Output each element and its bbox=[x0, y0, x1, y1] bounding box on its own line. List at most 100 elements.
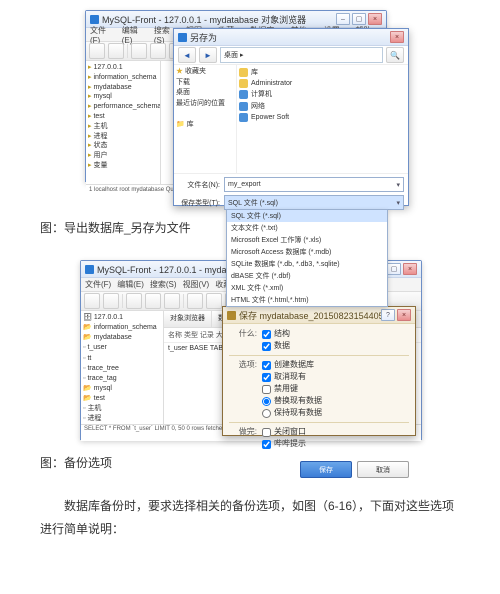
rdo-keep[interactable]: 保持现有数据 bbox=[262, 407, 409, 419]
tree-node[interactable]: mysql bbox=[83, 384, 161, 394]
checkbox[interactable] bbox=[262, 373, 271, 382]
tree-node[interactable]: 127.0.0.1 bbox=[88, 63, 158, 73]
file-item[interactable]: 网络 bbox=[239, 101, 406, 112]
chk-structure[interactable]: 结构 bbox=[262, 328, 409, 340]
dialog-close-button[interactable]: × bbox=[397, 309, 411, 321]
menu-item[interactable]: 搜索(S) bbox=[150, 279, 177, 290]
menu-item[interactable]: 视图(V) bbox=[183, 279, 210, 290]
tree-node[interactable]: mydatabase bbox=[83, 333, 161, 343]
tree-node[interactable]: test bbox=[88, 112, 158, 122]
chk-create-db[interactable]: 创建数据库 bbox=[262, 359, 409, 371]
file-item[interactable]: 计算机 bbox=[239, 89, 406, 100]
save-button[interactable]: 保存 bbox=[300, 461, 352, 478]
file-item[interactable]: Epower Soft bbox=[239, 112, 406, 123]
toolbar-separator bbox=[183, 294, 184, 308]
checkbox[interactable] bbox=[262, 361, 271, 370]
maximize-button[interactable]: ▢ bbox=[352, 13, 366, 25]
toolbar-button[interactable] bbox=[126, 293, 142, 309]
menu-item[interactable]: 文件(F) bbox=[90, 25, 116, 45]
toolbar-button[interactable] bbox=[84, 293, 100, 309]
tree-node[interactable]: tt bbox=[83, 354, 161, 364]
chk-drop-existing[interactable]: 取消现有 bbox=[262, 371, 409, 383]
tab-object-browser[interactable]: 对象浏览器 bbox=[164, 311, 212, 327]
tree-node[interactable]: trace_tag bbox=[83, 374, 161, 384]
minimize-button[interactable]: – bbox=[336, 13, 350, 25]
help-button[interactable]: ? bbox=[381, 309, 395, 321]
tree-node[interactable]: mysql bbox=[88, 92, 158, 102]
tree-node[interactable]: 用户 bbox=[88, 151, 158, 161]
filetype-option[interactable]: SQL 文件 (*.sql) bbox=[227, 210, 387, 222]
toolbar-button[interactable] bbox=[145, 293, 161, 309]
folder-icon bbox=[239, 79, 248, 88]
file-item[interactable]: 库 bbox=[239, 67, 406, 78]
menu-item[interactable]: 编辑(E) bbox=[122, 25, 148, 45]
filetype-option[interactable]: SQLite 数据库 (*.db, *.db3, *.sqlite) bbox=[227, 258, 387, 270]
filetype-option[interactable]: dBASE 文件 (*.dbf) bbox=[227, 270, 387, 282]
filetype-option[interactable]: XML 文件 (*.xml) bbox=[227, 282, 387, 294]
toolbar-button[interactable] bbox=[108, 43, 124, 59]
search-icon[interactable]: 🔍 bbox=[386, 47, 404, 63]
nav-back-button[interactable]: ◄ bbox=[178, 47, 196, 63]
checkbox[interactable] bbox=[262, 428, 271, 437]
file-item[interactable]: Administrator bbox=[239, 78, 406, 89]
checkbox[interactable] bbox=[262, 385, 271, 394]
tree-node[interactable]: 主机 bbox=[83, 404, 161, 414]
filetype-option[interactable]: Microsoft Excel 工作簿 (*.xls) bbox=[227, 234, 387, 246]
db-tree[interactable]: 127.0.0.1 information_schema mydatabase … bbox=[81, 311, 164, 424]
close-button[interactable]: × bbox=[403, 263, 417, 275]
tree-node[interactable]: 进程 bbox=[88, 132, 158, 142]
toolbar-button[interactable] bbox=[131, 43, 147, 59]
nav-item[interactable]: 下载 bbox=[176, 78, 234, 89]
checkbox[interactable] bbox=[262, 440, 271, 449]
network-icon bbox=[239, 102, 248, 111]
tree-node[interactable]: 127.0.0.1 bbox=[83, 313, 161, 323]
toolbar-button[interactable] bbox=[103, 293, 119, 309]
dialog-close-button[interactable]: × bbox=[390, 31, 404, 43]
filetype-option[interactable]: Microsoft Access 数据库 (*.mdb) bbox=[227, 246, 387, 258]
radio[interactable] bbox=[262, 397, 271, 406]
filetype-select[interactable]: SQL 文件 (*.sql) bbox=[224, 195, 404, 210]
menu-item[interactable]: 文件(F) bbox=[85, 279, 111, 290]
nav-libraries[interactable]: 库 bbox=[176, 120, 234, 131]
cancel-button[interactable]: 取消 bbox=[357, 461, 409, 478]
tree-node[interactable]: t_user bbox=[83, 343, 161, 353]
tree-node[interactable]: 状态 bbox=[88, 141, 158, 151]
nav-favorites[interactable]: 收藏夹 bbox=[176, 67, 234, 78]
tree-node[interactable]: 变量 bbox=[88, 161, 158, 171]
toolbar-button[interactable] bbox=[150, 43, 166, 59]
breadcrumb[interactable]: 桌面 ▸ bbox=[220, 47, 383, 63]
nav-item[interactable]: 桌面 bbox=[176, 88, 234, 99]
db-tree[interactable]: 127.0.0.1 information_schema mydatabase … bbox=[86, 61, 161, 184]
filetype-option[interactable]: 文本文件 (*.txt) bbox=[227, 222, 387, 234]
tree-node[interactable]: 进程 bbox=[83, 414, 161, 424]
tree-node[interactable]: information_schema bbox=[83, 323, 161, 333]
tree-node[interactable]: test bbox=[83, 394, 161, 404]
chk-data[interactable]: 数据 bbox=[262, 340, 409, 352]
checkbox[interactable] bbox=[262, 342, 271, 351]
tree-node[interactable]: information_schema bbox=[88, 73, 158, 83]
toolbar-button[interactable] bbox=[164, 293, 180, 309]
filetype-label: 保存类型(T): bbox=[178, 198, 220, 208]
tree-node[interactable]: mydatabase bbox=[88, 83, 158, 93]
nav-fwd-button[interactable]: ► bbox=[199, 47, 217, 63]
filetype-option[interactable]: HTML 文件 (*.html,*.htm) bbox=[227, 294, 387, 306]
maximize-button[interactable]: ▢ bbox=[387, 263, 401, 275]
filename-input[interactable]: my_export bbox=[224, 177, 404, 192]
divider bbox=[229, 355, 409, 356]
tree-node[interactable]: performance_schema bbox=[88, 102, 158, 112]
toolbar-button[interactable] bbox=[187, 293, 203, 309]
chk-beep[interactable]: 哔哔提示 bbox=[262, 438, 409, 450]
toolbar-button[interactable] bbox=[89, 43, 105, 59]
tree-node[interactable]: 主机 bbox=[88, 122, 158, 132]
rdo-replace[interactable]: 替换现有数据 bbox=[262, 395, 409, 407]
nav-item[interactable]: 最近访问的位置 bbox=[176, 99, 234, 110]
radio[interactable] bbox=[262, 409, 271, 418]
chk-close-window[interactable]: 关闭窗口 bbox=[262, 426, 409, 438]
shortcut-icon bbox=[239, 113, 248, 122]
toolbar-button[interactable] bbox=[206, 293, 222, 309]
close-button[interactable]: × bbox=[368, 13, 382, 25]
tree-node[interactable]: trace_tree bbox=[83, 364, 161, 374]
checkbox[interactable] bbox=[262, 330, 271, 339]
menu-item[interactable]: 编辑(E) bbox=[117, 279, 144, 290]
chk-disable-keys[interactable]: 禁用键 bbox=[262, 383, 409, 395]
